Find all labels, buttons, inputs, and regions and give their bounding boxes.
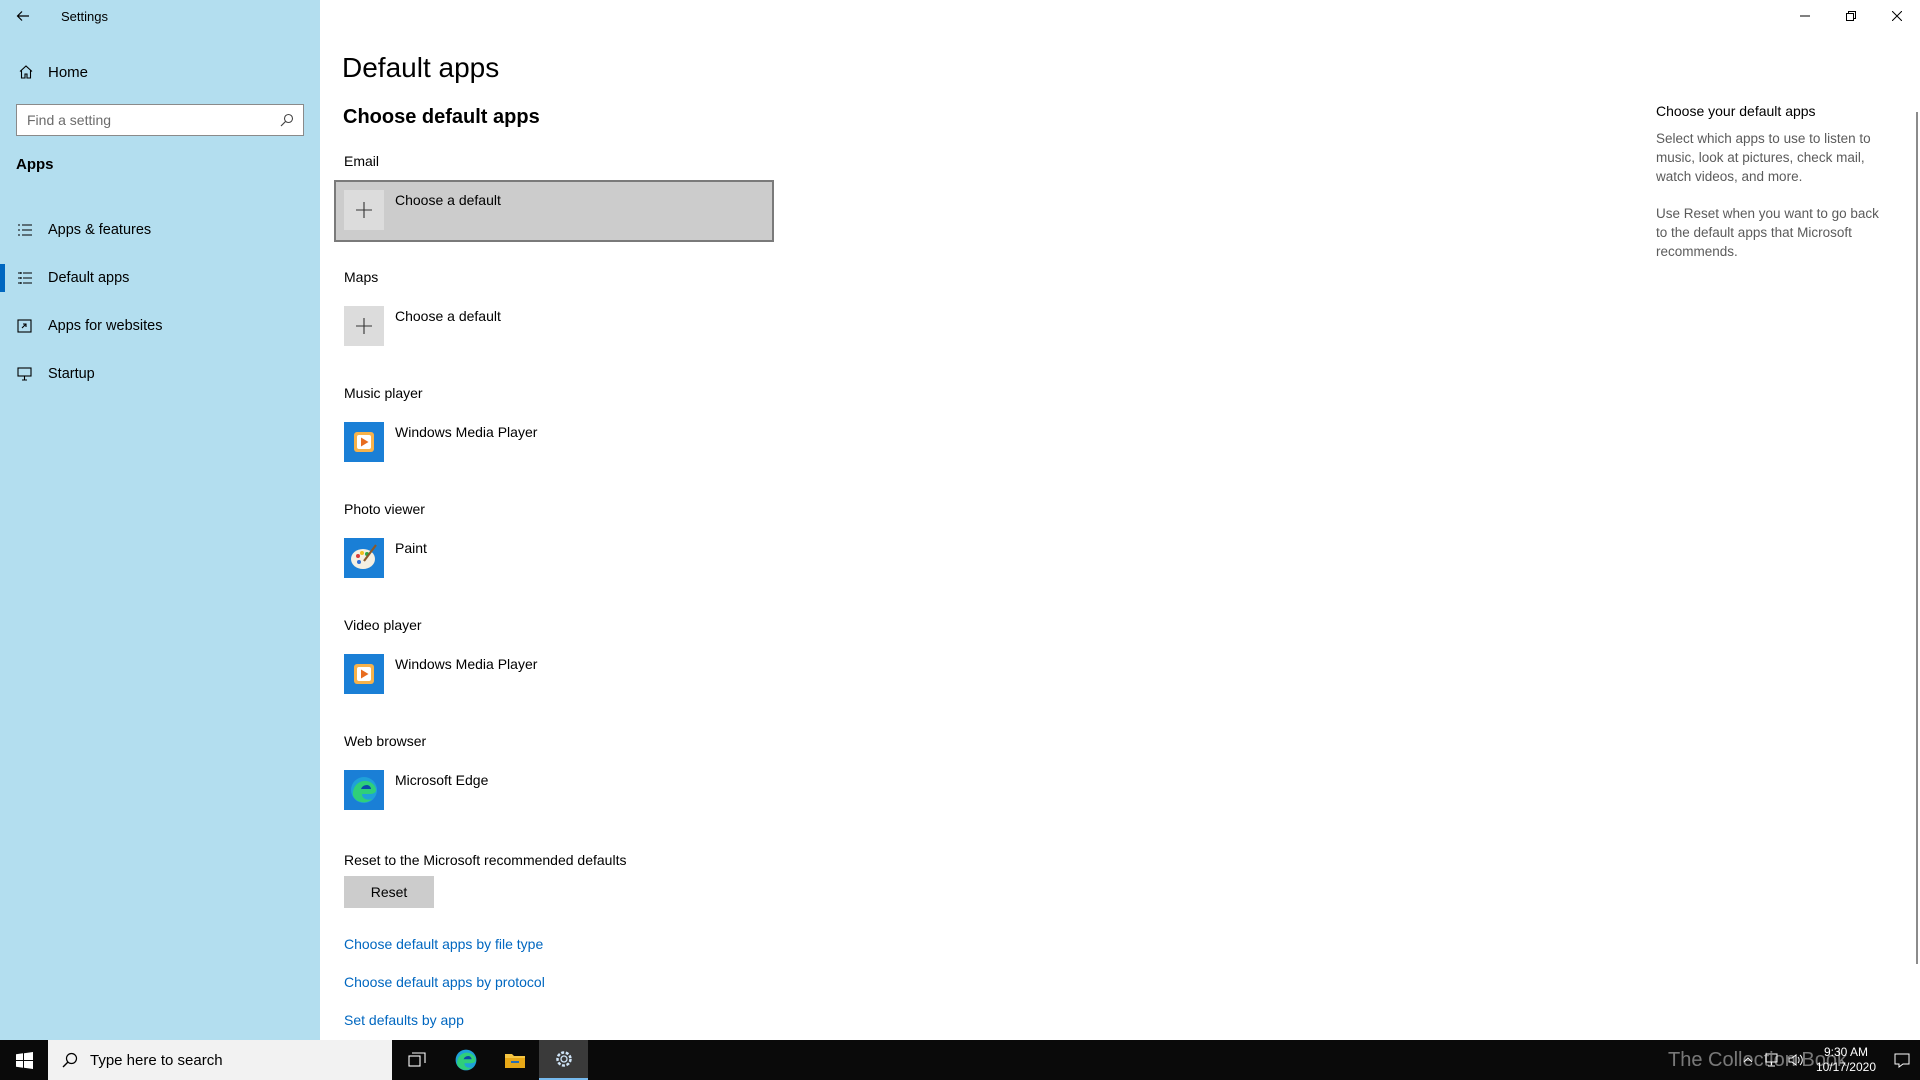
reset-button[interactable]: Reset xyxy=(344,876,434,908)
group-label: Email xyxy=(344,153,380,169)
window-controls xyxy=(1782,0,1920,32)
taskbar-file-explorer-button[interactable] xyxy=(490,1040,539,1080)
group-photo-viewer: Photo viewer Paint xyxy=(344,500,944,590)
back-arrow-icon xyxy=(16,11,29,21)
group-label: Music player xyxy=(344,385,423,401)
restore-button[interactable] xyxy=(1828,0,1874,32)
app-name: Choose a default xyxy=(395,308,501,324)
default-apps-icon xyxy=(16,271,34,285)
main-pane: Default apps Choose default apps Email C… xyxy=(320,0,1920,1040)
group-video-player: Video player Windows Media Player xyxy=(344,616,944,706)
search-icon xyxy=(62,1052,78,1068)
start-button[interactable] xyxy=(0,1040,48,1080)
group-music-player: Music player Windows Media Player xyxy=(344,384,944,474)
group-label: Video player xyxy=(344,617,422,633)
link-default-apps-by-file-type[interactable]: Choose default apps by file type xyxy=(344,936,944,952)
related-info-paragraph: Select which apps to use to listen to mu… xyxy=(1656,131,1871,184)
taskbar: Type here to search 9:30 AM 10/17/2020 xyxy=(0,1040,1920,1080)
link-default-apps-by-protocol[interactable]: Choose default apps by protocol xyxy=(344,974,944,990)
sidebar-item-apps-for-websites[interactable]: Apps for websites xyxy=(0,302,320,350)
email-app-picker[interactable]: Choose a default xyxy=(334,180,774,242)
home-icon xyxy=(18,64,38,80)
photo-viewer-app-picker[interactable]: Paint xyxy=(334,528,774,590)
notification-icon[interactable] xyxy=(1884,1052,1920,1068)
app-title: Settings xyxy=(61,8,108,24)
taskbar-settings-button[interactable] xyxy=(539,1040,588,1080)
plus-icon xyxy=(344,306,384,346)
system-tray: 9:30 AM 10/17/2020 xyxy=(1736,1040,1920,1080)
related-info-heading: Choose your default apps xyxy=(1656,103,1816,119)
task-view-icon xyxy=(407,1052,426,1067)
link-set-defaults-by-app[interactable]: Set defaults by app xyxy=(344,1012,944,1028)
sidebar-item-default-apps[interactable]: Default apps xyxy=(0,254,320,302)
home-label: Home xyxy=(48,63,89,81)
sidebar-item-label: Apps for websites xyxy=(48,318,163,334)
setting-search-input[interactable] xyxy=(27,112,271,128)
scrollbar[interactable] xyxy=(1916,112,1918,964)
windows-media-player-icon xyxy=(344,654,384,694)
taskbar-clock[interactable]: 9:30 AM 10/17/2020 xyxy=(1808,1045,1884,1075)
back-button[interactable] xyxy=(0,0,46,32)
task-view-button[interactable] xyxy=(392,1040,441,1080)
group-web-browser: Web browser Microsoft Edge xyxy=(344,732,944,822)
app-name: Windows Media Player xyxy=(395,656,538,672)
windows-logo-icon xyxy=(15,1051,33,1069)
clock-time: 9:30 AM xyxy=(1823,1045,1868,1059)
plus-icon xyxy=(344,190,384,230)
music-player-app-picker[interactable]: Windows Media Player xyxy=(334,412,774,474)
web-browser-app-picker[interactable]: Microsoft Edge xyxy=(334,760,774,822)
chevron-up-icon[interactable] xyxy=(1736,1056,1760,1064)
title-bar: Settings xyxy=(0,0,320,32)
related-info-paragraph: Use Reset when you want to go back to th… xyxy=(1656,206,1879,259)
sidebar-home[interactable]: Home xyxy=(0,56,320,88)
video-player-app-picker[interactable]: Windows Media Player xyxy=(334,644,774,706)
related-info-panel: Choose your default apps Select which ap… xyxy=(1656,103,1886,279)
group-maps: Maps Choose a default xyxy=(344,268,944,358)
gear-icon xyxy=(555,1051,572,1067)
paint-icon xyxy=(344,538,384,578)
sidebar-item-startup[interactable]: Startup xyxy=(0,350,320,398)
restore-icon xyxy=(1846,11,1856,21)
close-icon xyxy=(1892,11,1902,21)
app-name: Choose a default xyxy=(395,192,501,208)
group-email: Email Choose a default xyxy=(334,152,944,242)
list-icon xyxy=(16,223,34,237)
sidebar-nav: Apps & features Default apps Apps for we… xyxy=(0,206,320,398)
group-label: Web browser xyxy=(344,733,427,749)
search-icon[interactable] xyxy=(271,113,303,127)
default-apps-list: Email Choose a default Maps Choose a def… xyxy=(334,152,944,1028)
volume-icon[interactable] xyxy=(1784,1053,1808,1067)
taskbar-edge-button[interactable] xyxy=(441,1040,490,1080)
group-label: Maps xyxy=(344,269,379,285)
taskbar-search-placeholder: Type here to search xyxy=(90,1051,223,1069)
file-explorer-icon xyxy=(504,1054,525,1068)
page-title: Default apps xyxy=(342,52,500,83)
clock-date: 10/17/2020 xyxy=(1815,1060,1876,1074)
section-subtitle: Choose default apps xyxy=(343,106,540,128)
minimize-button[interactable] xyxy=(1782,0,1828,32)
section-label-apps: Apps xyxy=(16,156,54,173)
microsoft-edge-icon xyxy=(344,770,384,810)
windows-media-player-icon xyxy=(344,422,384,462)
network-icon[interactable] xyxy=(1760,1053,1784,1067)
maps-app-picker[interactable]: Choose a default xyxy=(334,296,774,358)
app-name: Paint xyxy=(395,540,427,556)
app-name: Windows Media Player xyxy=(395,424,538,440)
close-button[interactable] xyxy=(1874,0,1920,32)
taskbar-search-box[interactable]: Type here to search xyxy=(48,1040,392,1080)
reset-label: Reset to the Microsoft recommended defau… xyxy=(344,852,627,868)
sidebar-item-apps-features[interactable]: Apps & features xyxy=(0,206,320,254)
app-name: Microsoft Edge xyxy=(395,772,489,788)
sidebar: Settings Home Apps Apps & features Defau… xyxy=(0,0,320,1040)
microsoft-edge-icon xyxy=(455,1049,476,1071)
startup-icon xyxy=(16,367,34,381)
sidebar-item-label: Startup xyxy=(48,366,95,382)
web-link-icon xyxy=(16,319,34,333)
setting-search-box[interactable] xyxy=(16,104,304,136)
sidebar-item-label: Apps & features xyxy=(48,222,152,238)
minimize-icon xyxy=(1800,15,1810,17)
sidebar-item-label: Default apps xyxy=(48,270,130,286)
group-label: Photo viewer xyxy=(344,501,425,517)
